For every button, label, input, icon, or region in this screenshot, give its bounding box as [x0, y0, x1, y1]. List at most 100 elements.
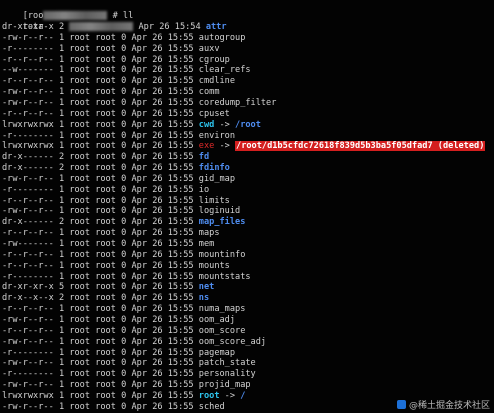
listing-row: -rw-r--r-- 1 root root 0 Apr 26 15:55 pa… [2, 358, 256, 369]
group: root [95, 282, 116, 293]
group: root [95, 152, 116, 163]
file-name: clear_refs [198, 65, 251, 76]
owner: root [69, 249, 91, 260]
command-prompt-line[interactable]: [roo # ll [2, 0, 133, 21]
permissions: -r--r--r-- [2, 228, 54, 239]
size: 0 [121, 249, 127, 260]
watermark-text: @稀土掘金技术社区 [408, 401, 490, 411]
file-name: numa_maps [198, 304, 246, 315]
listing-row: -r-------- 1 root root 0 Apr 26 15:55 pa… [2, 348, 235, 359]
owner: root [69, 76, 91, 87]
owner: root [69, 32, 91, 43]
month: Apr [131, 271, 147, 282]
owner: root [69, 130, 91, 141]
link-count: 1 [58, 358, 65, 369]
link-count: 1 [58, 32, 65, 43]
file-name: cgroup [198, 54, 230, 65]
listing-row: --w------- 1 root root 0 Apr 26 15:55 cl… [2, 65, 251, 76]
permissions: lrwxrwxrwx [2, 141, 54, 152]
terminal-window[interactable]: [roo # ll tota dr-xr-xr-x 2 Apr 26 15:54… [0, 0, 494, 413]
month: Apr [131, 304, 147, 315]
time: 15:55 [167, 173, 194, 184]
file-name: fd [198, 152, 210, 163]
link-count: 2 [58, 293, 65, 304]
time: 15:55 [167, 260, 194, 271]
link-count: 1 [58, 401, 65, 412]
file-name: cmdline [198, 76, 236, 87]
month: Apr [138, 22, 155, 32]
link-arrow: -> [214, 119, 236, 130]
size: 0 [121, 325, 127, 336]
owner: root [69, 173, 91, 184]
group: root [95, 380, 116, 391]
size: 0 [121, 195, 127, 206]
file-name: pagemap [198, 347, 236, 358]
group: root [95, 325, 116, 336]
time: 15:55 [167, 358, 194, 369]
link-count: 1 [58, 380, 65, 391]
owner: root [69, 260, 91, 271]
file-name: cpuset [198, 108, 230, 119]
listing-row: dr-xr-xr-x 2 Apr 26 15:54 attr [2, 22, 227, 33]
listing-row: -r--r--r-- 1 root root 0 Apr 26 15:55 li… [2, 196, 230, 207]
day: 26 [152, 173, 163, 184]
group: root [95, 369, 116, 380]
size: 0 [121, 173, 127, 184]
group: root [95, 184, 116, 195]
permissions: --w------- [2, 65, 54, 76]
link-count: 1 [58, 390, 65, 401]
month: Apr [131, 184, 147, 195]
permissions: -r-------- [2, 271, 54, 282]
listing-row: dr-xr-xr-x 5 root root 0 Apr 26 15:55 ne… [2, 282, 214, 293]
link-count: 2 [58, 152, 65, 163]
group: root [95, 304, 116, 315]
link-count: 1 [58, 304, 65, 315]
listing-row: -rw------- 1 root root 0 Apr 26 15:55 me… [2, 239, 214, 250]
owner: root [69, 282, 91, 293]
file-name: comm [198, 87, 220, 98]
owner: root [69, 390, 91, 401]
time: 15:55 [167, 293, 194, 304]
link-count: 2 [58, 163, 65, 173]
day: 26 [152, 390, 163, 401]
month: Apr [131, 108, 147, 119]
month: Apr [131, 98, 147, 108]
month: Apr [131, 206, 147, 217]
time: 15:55 [167, 163, 194, 173]
day: 26 [152, 195, 163, 206]
group: root [95, 195, 116, 206]
size: 0 [121, 358, 127, 369]
link-count: 1 [58, 347, 65, 358]
permissions: dr-x--x--x [2, 293, 54, 304]
redacted-hostname [43, 11, 108, 20]
permissions: -r--r--r-- [2, 108, 54, 119]
file-name: cwd [198, 119, 215, 130]
day: 26 [152, 325, 163, 336]
owner: root [69, 206, 91, 217]
time: 15:55 [167, 108, 194, 119]
listing-row: -r--r--r-- 1 root root 0 Apr 26 15:55 oo… [2, 326, 245, 337]
link-count: 2 [58, 22, 65, 32]
month: Apr [131, 260, 147, 271]
size: 0 [121, 141, 127, 152]
owner: root [69, 141, 91, 152]
size: 0 [121, 87, 127, 98]
link-count: 1 [58, 325, 65, 336]
day: 26 [152, 65, 163, 76]
owner: root [69, 119, 91, 130]
size: 0 [121, 43, 127, 54]
file-name: limits [198, 195, 230, 206]
size: 0 [121, 108, 127, 119]
file-name: maps [198, 228, 220, 239]
owner: root [69, 314, 91, 325]
file-name: mem [198, 239, 215, 249]
listing-row: -rw-r--r-- 1 root root 0 Apr 26 15:55 au… [2, 33, 245, 44]
owner: root [69, 347, 91, 358]
day: 26 [152, 282, 163, 293]
listing-row: dr-x------ 2 root root 0 Apr 26 15:55 fd [2, 152, 209, 163]
size: 0 [121, 184, 127, 195]
file-name: projid_map [198, 380, 251, 391]
link-count: 1 [58, 141, 65, 152]
owner: root [69, 163, 91, 173]
group: root [95, 358, 116, 369]
